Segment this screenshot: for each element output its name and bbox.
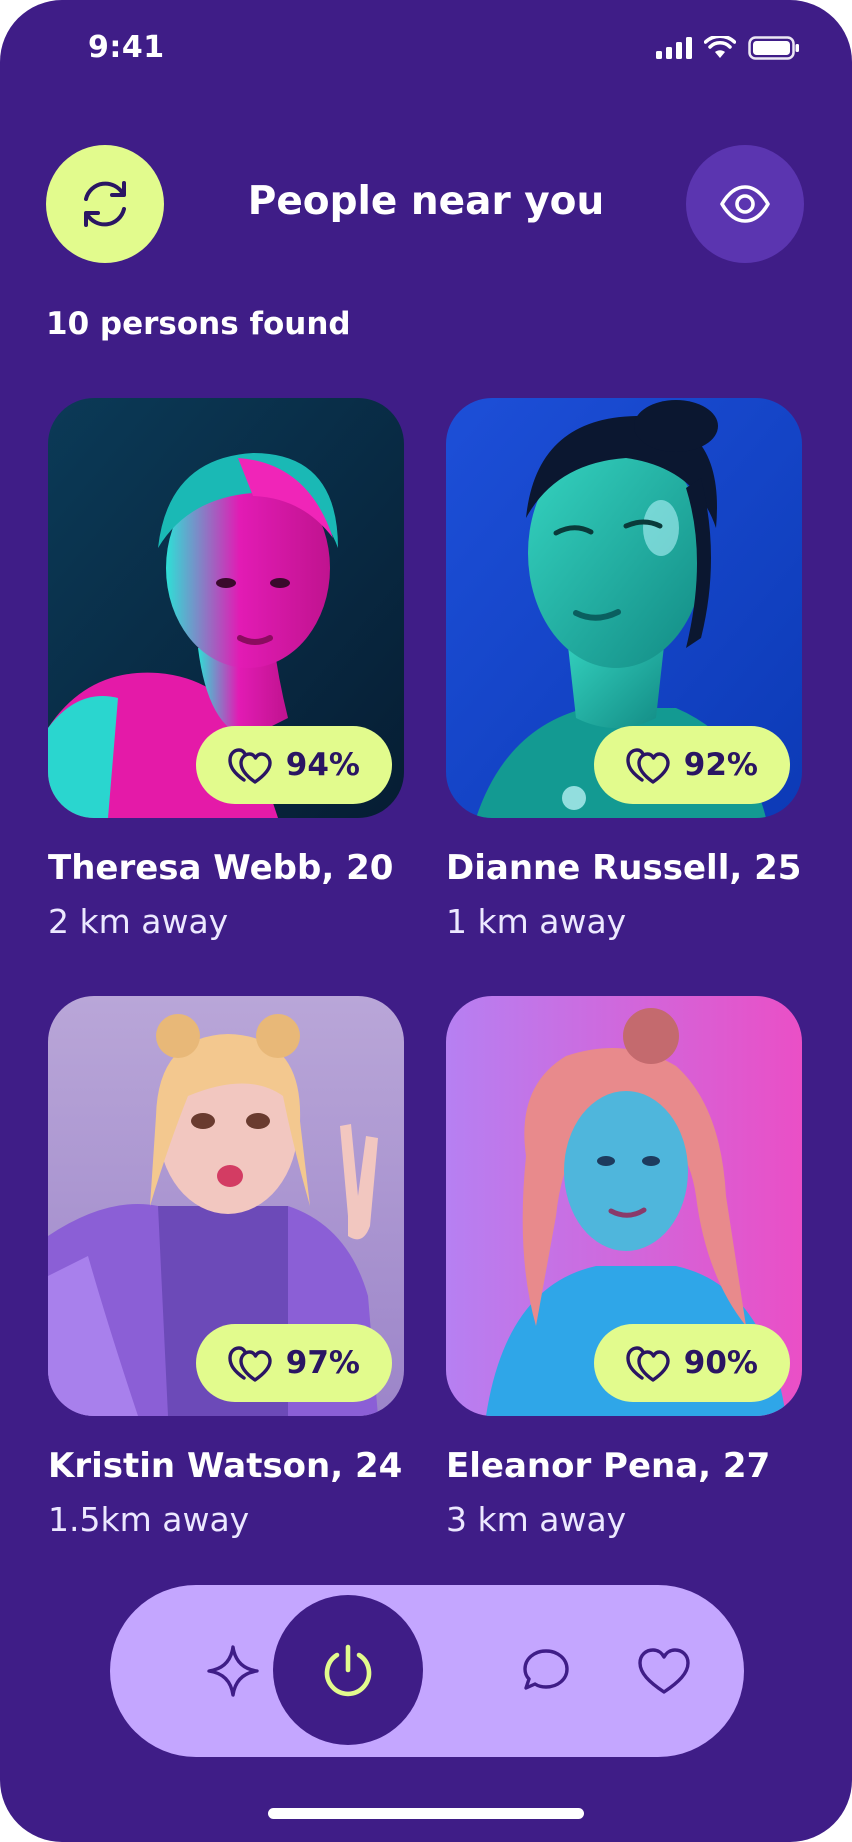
status-icons: [656, 36, 800, 60]
match-badge: 92%: [593, 726, 790, 804]
person-photo[interactable]: 94%: [48, 398, 404, 818]
double-heart-icon: [626, 1346, 670, 1382]
person-name: Theresa Webb, 20: [48, 848, 394, 888]
person-name: Eleanor Pena, 27: [446, 1446, 771, 1486]
chat-icon: [523, 1649, 569, 1690]
person-photo[interactable]: 90%: [446, 996, 802, 1416]
eye-icon: [720, 185, 770, 223]
visibility-button[interactable]: [686, 145, 804, 263]
tab-nearby[interactable]: [273, 1595, 423, 1745]
results-count: 10 persons found: [46, 306, 351, 342]
battery-icon: [748, 36, 799, 60]
screen: 9:41 People near you 10 persons found 94…: [0, 0, 852, 1842]
sparkle-icon: [207, 1645, 259, 1697]
match-badge: 90%: [593, 1324, 790, 1402]
match-badge: 97%: [195, 1324, 392, 1402]
person-name: Dianne Russell, 25: [446, 848, 802, 888]
double-heart-icon: [626, 748, 670, 784]
home-indicator: [268, 1808, 584, 1819]
match-percent: 90%: [683, 1345, 758, 1381]
bottom-tab-bar: [110, 1585, 744, 1757]
person-card-theresa[interactable]: 94% Theresa Webb, 20 2 km away: [48, 398, 404, 944]
refresh-button[interactable]: [46, 145, 164, 263]
heart-icon: [638, 1648, 690, 1694]
person-distance: 2 km away: [48, 902, 229, 941]
person-card-eleanor[interactable]: 90% Eleanor Pena, 27 3 km away: [446, 996, 802, 1542]
person-name: Kristin Watson, 24: [48, 1446, 403, 1486]
match-percent: 92%: [683, 747, 758, 783]
person-distance: 1.5km away: [48, 1500, 250, 1539]
person-distance: 3 km away: [446, 1500, 627, 1539]
match-percent: 97%: [285, 1345, 360, 1381]
page-title: People near you: [247, 179, 605, 224]
signal-icon: [656, 37, 692, 59]
phone-frame: 9:41 People near you 10 persons found 94…: [0, 0, 852, 1842]
tab-likes[interactable]: [594, 1585, 734, 1757]
refresh-icon: [84, 181, 126, 227]
double-heart-icon: [228, 1346, 272, 1382]
match-badge: 94%: [195, 726, 392, 804]
person-card-dianne[interactable]: 92% Dianne Russell, 25 1 km away: [446, 398, 802, 944]
person-photo[interactable]: 92%: [446, 398, 802, 818]
person-photo[interactable]: 97%: [48, 996, 404, 1416]
person-card-kristin[interactable]: 97% Kristin Watson, 24 1.5km away: [48, 996, 404, 1542]
person-distance: 1 km away: [446, 902, 627, 941]
match-percent: 94%: [285, 747, 360, 783]
status-time: 9:41: [88, 30, 165, 65]
wifi-icon: [704, 36, 736, 58]
power-icon: [324, 1644, 372, 1697]
double-heart-icon: [228, 748, 272, 784]
